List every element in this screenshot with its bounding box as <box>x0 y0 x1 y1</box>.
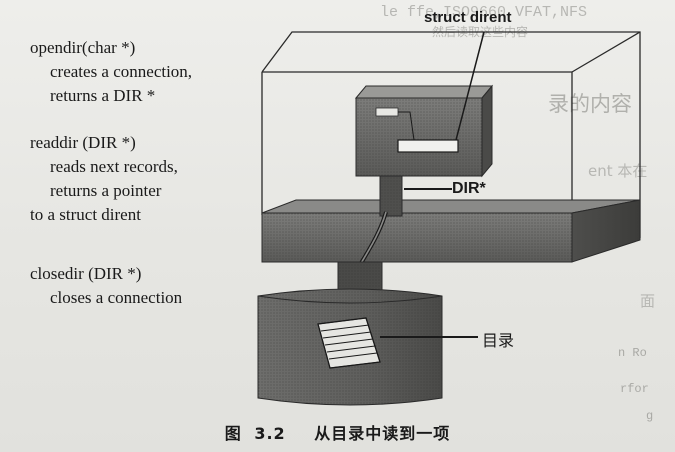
dir-pointer-stem <box>379 175 403 217</box>
figure-title: 从目录中读到一项 <box>314 424 451 443</box>
struct-dirent-block <box>354 84 494 178</box>
directory-label: 目录 <box>482 331 515 350</box>
figure-label: 图 <box>224 424 242 443</box>
figure-caption: 图 3.2 从目录中读到一项 <box>0 420 675 444</box>
floor-slab <box>261 199 641 263</box>
figure-number: 3.2 <box>254 424 286 443</box>
struct-dirent-label: struct dirent <box>424 9 512 26</box>
dir-pointer-label: DIR* <box>452 180 486 197</box>
directory-read-diagram <box>257 31 641 406</box>
